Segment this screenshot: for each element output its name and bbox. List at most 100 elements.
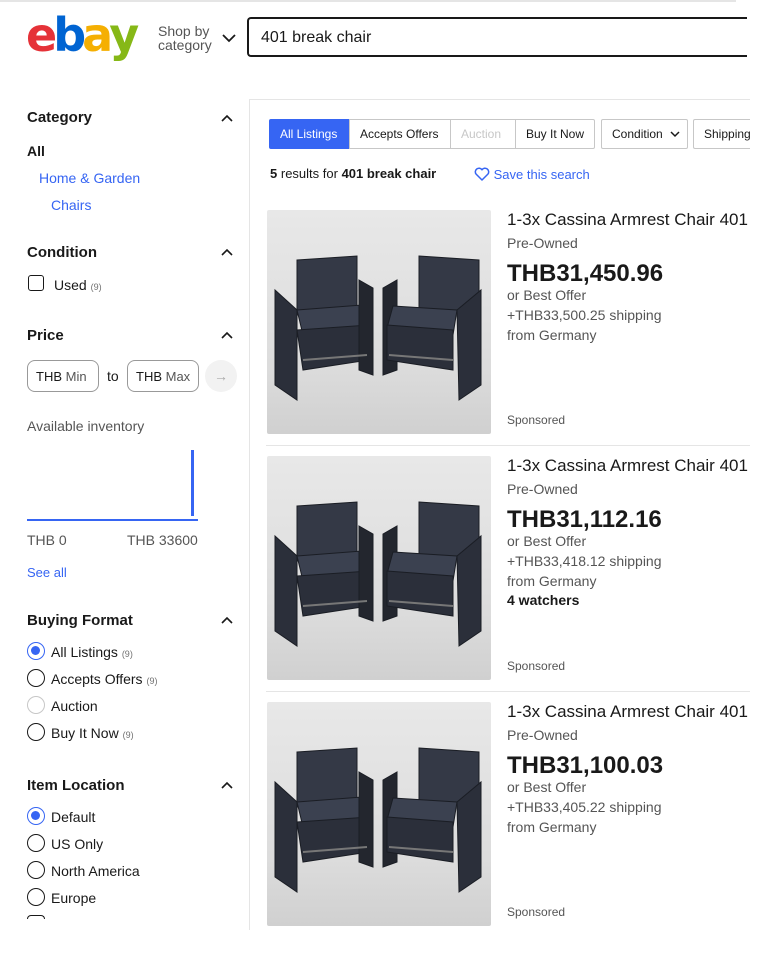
price-max-placeholder: Max — [165, 369, 191, 384]
auction-radio — [27, 696, 45, 714]
category-title: Category — [27, 109, 93, 126]
logo-letter-y: y — [109, 8, 139, 62]
buy-it-now-radio[interactable] — [27, 723, 45, 741]
chevron-up-icon[interactable] — [221, 781, 233, 789]
listing-best-offer: or Best Offer — [507, 533, 587, 549]
europe-option[interactable]: Europe — [51, 890, 96, 906]
armchairs-photo — [274, 255, 482, 401]
chevron-up-icon[interactable] — [221, 114, 233, 122]
listing-best-offer: or Best Offer — [507, 779, 587, 795]
listing-condition: Pre-Owned — [507, 235, 578, 251]
option-label: Buy It Now — [51, 725, 119, 741]
armchairs-photo — [274, 747, 482, 893]
buy-it-now-option[interactable]: Buy It Now (9) — [51, 725, 134, 741]
north-america-option[interactable]: North America — [51, 863, 140, 879]
listing-item[interactable]: 1-3x Cassina Armrest Chair 401 Break Pre… — [266, 200, 750, 446]
listing-shipping: +THB33,405.22 shipping — [507, 799, 662, 815]
shop-by-line2: category — [158, 37, 212, 53]
price-min-placeholder: Min — [65, 369, 87, 384]
search-box[interactable] — [247, 17, 747, 57]
shop-by-category-button[interactable]: Shop by category — [158, 24, 236, 53]
us-only-option[interactable]: US Only — [51, 836, 103, 852]
shipping-filter-button[interactable]: Shipping — [693, 119, 750, 149]
listing-price: THB31,450.96 — [507, 260, 664, 287]
price-min-field[interactable]: THB Min — [27, 360, 99, 392]
price-submit-arrow-icon[interactable]: → — [205, 360, 237, 392]
save-search-link[interactable]: Save this search — [474, 167, 590, 182]
buy-it-now-tab[interactable]: Buy It Now — [515, 119, 595, 149]
category-chairs-link[interactable]: Chairs — [51, 197, 91, 213]
logo-letter-a: a — [82, 8, 113, 62]
sponsored-label: Sponsored — [507, 905, 566, 919]
north-america-radio[interactable] — [27, 861, 45, 879]
used-option[interactable]: Used (9) — [54, 277, 102, 293]
price-title: Price — [27, 327, 64, 344]
option-count: (9) — [121, 649, 133, 659]
chevron-up-icon[interactable] — [221, 248, 233, 256]
results-panel: All Listings Accepts Offers Auction Buy … — [249, 99, 750, 930]
accepts-offers-radio[interactable] — [27, 669, 45, 687]
accepts-offers-option[interactable]: Accepts Offers (9) — [51, 671, 157, 687]
all-listings-option[interactable]: All Listings (9) — [51, 644, 133, 660]
default-location-option[interactable]: Default — [51, 809, 95, 825]
used-label: Used — [54, 277, 87, 293]
top-border — [0, 0, 736, 2]
used-checkbox[interactable] — [28, 275, 44, 291]
listing-condition: Pre-Owned — [507, 727, 578, 743]
sponsored-label: Sponsored — [507, 413, 566, 427]
accepts-offers-tab[interactable]: Accepts Offers — [349, 119, 451, 149]
see-all-link[interactable]: See all — [27, 565, 67, 580]
listing-title[interactable]: 1-3x Cassina Armrest Chair 401 Break — [507, 210, 750, 230]
europe-radio[interactable] — [27, 888, 45, 906]
chevron-up-icon[interactable] — [221, 331, 233, 339]
option-count: (9) — [122, 730, 134, 740]
condition-filter-button[interactable]: Condition — [601, 119, 688, 149]
logo-letter-b: b — [53, 8, 86, 62]
condition-filter-label: Condition — [612, 127, 663, 141]
listing-location: from Germany — [507, 327, 597, 343]
available-inventory-label: Available inventory — [27, 418, 145, 434]
listing-watchers: 4 watchers — [507, 592, 580, 608]
used-count: (9) — [90, 282, 102, 292]
listing-image[interactable] — [267, 702, 491, 926]
default-location-radio[interactable] — [27, 807, 45, 825]
all-listings-tab[interactable]: All Listings — [269, 119, 350, 149]
armchairs-photo — [274, 501, 482, 647]
listing-item[interactable]: 1-3x Cassina Armrest Chair 401 Break Pre… — [266, 692, 750, 937]
listing-price: THB31,100.03 — [507, 752, 664, 779]
option-count: (9) — [146, 676, 158, 686]
listing-best-offer: or Best Offer — [507, 287, 587, 303]
heart-icon — [474, 167, 490, 181]
results-query: 401 break chair — [341, 166, 437, 181]
item-location-title: Item Location — [27, 777, 125, 794]
category-all: All — [27, 143, 45, 159]
next-location-radio[interactable] — [27, 915, 45, 919]
chevron-up-icon[interactable] — [221, 616, 233, 624]
price-range-max: THB 33600 — [127, 532, 198, 548]
listing-condition: Pre-Owned — [507, 481, 578, 497]
listing-shipping: +THB33,418.12 shipping — [507, 553, 662, 569]
results-count: 5 results for 401 break chair — [270, 166, 436, 181]
listing-title[interactable]: 1-3x Cassina Armrest Chair 401 Break — [507, 702, 750, 722]
option-label: Accepts Offers — [51, 671, 143, 687]
listing-title[interactable]: 1-3x Cassina Armrest Chair 401 Break — [507, 456, 750, 476]
price-to-label: to — [107, 368, 119, 384]
us-only-radio[interactable] — [27, 834, 45, 852]
listing-price: THB31,112.16 — [507, 506, 662, 533]
listing-location: from Germany — [507, 819, 597, 835]
search-input[interactable] — [261, 29, 731, 47]
results-text: results for — [280, 166, 338, 181]
all-listings-radio[interactable] — [27, 642, 45, 660]
ebay-logo[interactable]: ebay — [26, 8, 139, 62]
inventory-histogram-bar — [191, 450, 194, 516]
price-min-prefix: THB — [36, 369, 62, 384]
price-max-field[interactable]: THB Max — [127, 360, 199, 392]
listing-image[interactable] — [267, 210, 491, 434]
listing-image[interactable] — [267, 456, 491, 680]
category-home-garden-link[interactable]: Home & Garden — [39, 170, 140, 186]
logo-letter-e: e — [26, 8, 57, 62]
listing-item[interactable]: 1-3x Cassina Armrest Chair 401 Break Pre… — [266, 446, 750, 692]
inventory-histogram-baseline — [27, 519, 198, 521]
condition-title: Condition — [27, 244, 97, 261]
buying-format-title: Buying Format — [27, 612, 133, 629]
